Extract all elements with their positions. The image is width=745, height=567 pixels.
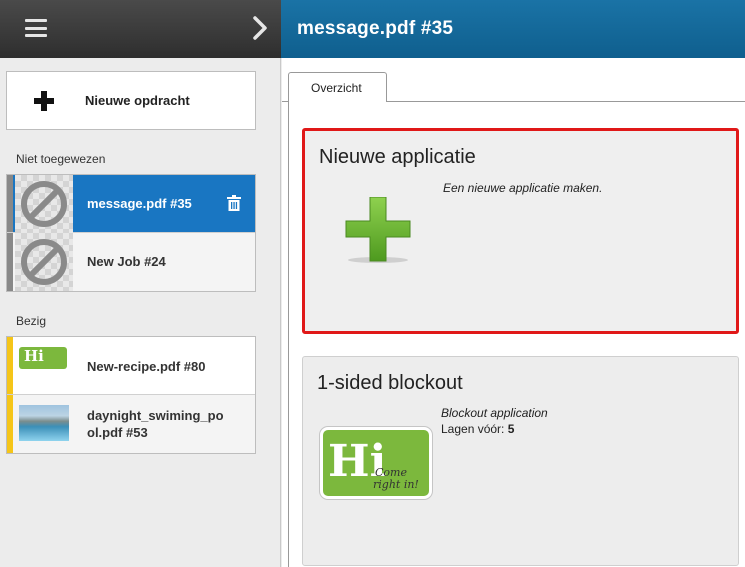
title-bar: message.pdf #35 — [281, 0, 745, 58]
job-item-message-pdf[interactable]: message.pdf #35 — [7, 175, 255, 233]
job-thumbnail — [15, 175, 73, 233]
tab-bar: Overzicht — [282, 58, 745, 103]
job-status-stripe — [7, 337, 13, 394]
job-item-new-recipe[interactable]: Hi New-recipe.pdf #80 — [7, 337, 255, 395]
card-layers: Lagen vóór: 5 — [441, 422, 514, 436]
blockout-application-card[interactable]: 1-sided blockout Blockout application La… — [302, 356, 739, 566]
thumb-logo-text: Hi — [24, 347, 44, 365]
job-item-new-job[interactable]: New Job #24 — [7, 233, 255, 291]
job-label-line-2: ol.pdf #53 — [87, 425, 148, 440]
section-label-busy: Bezig — [16, 314, 47, 328]
tab-overview[interactable]: Overzicht — [288, 72, 387, 103]
new-application-card[interactable]: Nieuwe applicatie Een nieuwe applicatie … — [302, 128, 739, 334]
new-job-label: Nieuwe opdracht — [85, 93, 190, 108]
add-application-icon — [345, 197, 411, 263]
job-thumbnail: Hi — [19, 347, 67, 369]
job-status-stripe — [7, 395, 13, 453]
no-preview-icon — [21, 239, 67, 285]
busy-job-list: Hi New-recipe.pdf #80 daynight_swiming_p… — [6, 336, 256, 454]
card-description: Een nieuwe applicatie maken. — [443, 181, 603, 195]
card-title: 1-sided blockout — [317, 372, 463, 394]
card-title: Nieuwe applicatie — [319, 146, 476, 168]
no-preview-icon — [21, 181, 67, 227]
job-label: New Job #24 — [87, 254, 166, 269]
hamburger-menu-icon[interactable] — [25, 19, 47, 37]
unassigned-job-list: message.pdf #35 New Job #24 — [6, 174, 256, 292]
job-status-stripe — [7, 233, 13, 291]
job-thumbnail — [19, 405, 69, 441]
job-thumbnail — [15, 233, 73, 291]
main-content: Overzicht Nieuwe applicatie Een nieuwe a… — [282, 58, 745, 567]
job-status-stripe — [7, 175, 13, 232]
new-job-button[interactable]: Nieuwe opdracht — [6, 71, 256, 130]
logo-script-line-2: right in! — [373, 478, 419, 491]
job-label-line-1: daynight_swiming_po — [87, 408, 224, 423]
page-title: message.pdf #35 — [297, 18, 454, 39]
job-label: New-recipe.pdf #80 — [87, 359, 206, 374]
hi-logo-graphic: Hi Come right in! — [328, 436, 419, 491]
card-description: Blockout application — [441, 406, 548, 420]
chevron-right-icon[interactable] — [250, 14, 270, 42]
trash-icon[interactable] — [227, 195, 241, 211]
application-logo: Hi Come right in! — [320, 427, 432, 499]
overview-panel: Nieuwe applicatie Een nieuwe applicatie … — [288, 102, 745, 567]
job-label: daynight_swiming_po ol.pdf #53 — [87, 407, 224, 441]
tab-label: Overzicht — [311, 81, 362, 95]
sidebar-header — [0, 0, 281, 58]
plus-icon — [34, 91, 54, 111]
job-sidebar: Nieuwe opdracht Niet toegewezen message.… — [0, 58, 281, 567]
layers-value: 5 — [507, 422, 515, 436]
section-label-unassigned: Niet toegewezen — [16, 152, 106, 166]
job-label: message.pdf #35 — [87, 196, 192, 211]
job-item-daynight-pool[interactable]: daynight_swiming_po ol.pdf #53 — [7, 395, 255, 453]
layers-label: Lagen vóór: — [441, 422, 505, 436]
